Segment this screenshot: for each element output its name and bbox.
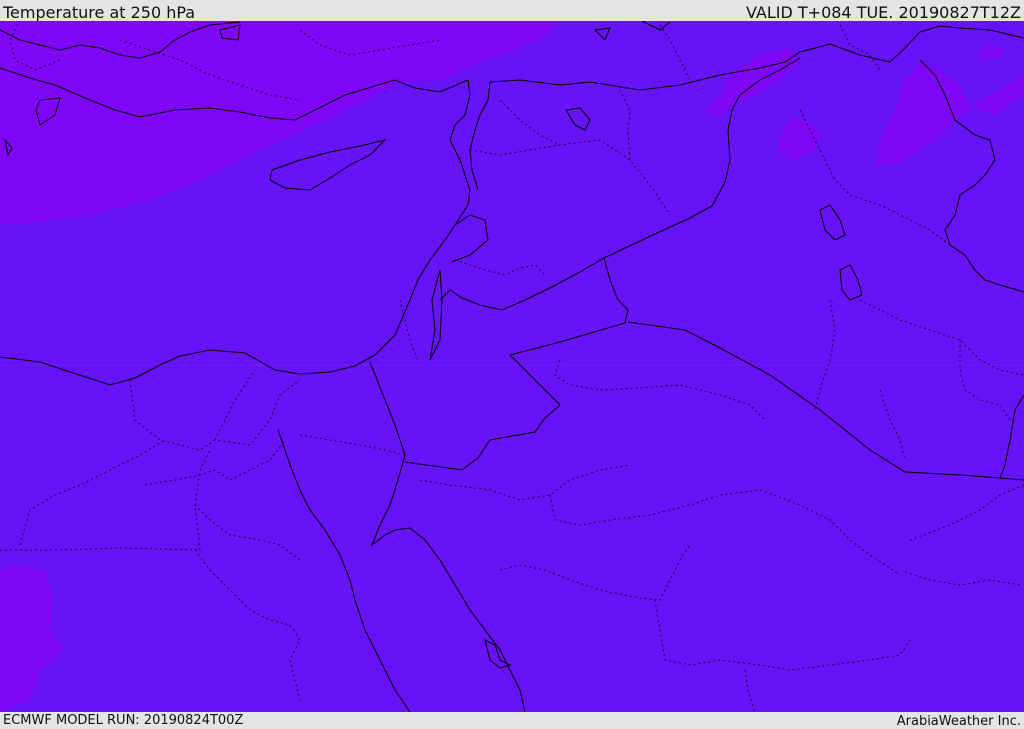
temperature-map [0, 21, 1024, 712]
valid-time: VALID T+084 TUE. 20190827T12Z [745, 3, 1021, 22]
map-title: Temperature at 250 hPa [3, 3, 196, 22]
credit-label: ArabiaWeather Inc. [896, 714, 1021, 729]
model-run: ECMWF MODEL RUN: 20190824T00Z [3, 713, 244, 728]
map-panel [0, 21, 1024, 712]
